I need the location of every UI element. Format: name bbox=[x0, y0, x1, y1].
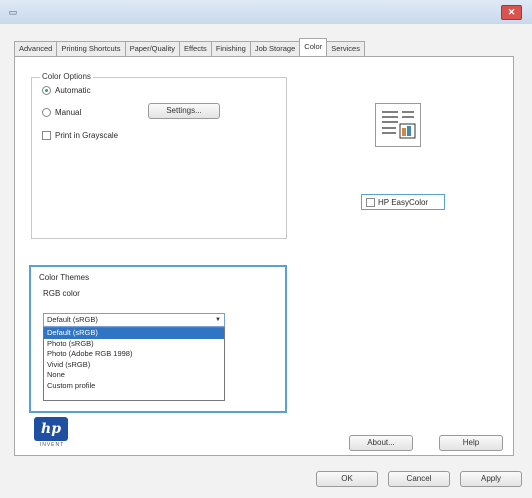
dropdown-option[interactable]: Custom profile bbox=[44, 381, 224, 392]
checkbox-icon bbox=[42, 131, 51, 140]
printer-properties-window: ▭ ✕ Advanced Printing Shortcuts Paper/Qu… bbox=[0, 0, 532, 498]
rgb-color-selected-value: Default (sRGB) bbox=[47, 315, 98, 324]
rgb-color-label: RGB color bbox=[43, 289, 80, 298]
color-themes-title: Color Themes bbox=[39, 273, 90, 282]
ok-button[interactable]: OK bbox=[316, 471, 378, 487]
title-bar[interactable]: ▭ ✕ bbox=[0, 0, 532, 24]
dropdown-option[interactable]: Photo (sRGB) bbox=[44, 339, 224, 350]
cancel-button[interactable]: Cancel bbox=[388, 471, 450, 487]
automatic-radio[interactable]: Automatic bbox=[42, 86, 91, 95]
tab-color[interactable]: Color bbox=[299, 38, 328, 56]
automatic-label: Automatic bbox=[55, 86, 91, 95]
hp-logo: hp bbox=[34, 417, 68, 441]
color-themes-group: Color Themes RGB color Default (sRGB) ▼ … bbox=[29, 265, 287, 413]
dropdown-option[interactable]: None bbox=[44, 370, 224, 381]
color-options-title: Color Options bbox=[40, 72, 93, 81]
dropdown-option[interactable]: Default (sRGB) bbox=[44, 328, 224, 339]
print-grayscale-label: Print in Grayscale bbox=[55, 131, 119, 140]
hp-tagline: INVENT bbox=[39, 442, 65, 448]
rgb-color-select[interactable]: Default (sRGB) ▼ bbox=[43, 313, 225, 327]
color-tab-panel: Color Options Automatic Manual Settings.… bbox=[14, 56, 514, 456]
apply-button[interactable]: Apply bbox=[460, 471, 522, 487]
dropdown-option[interactable]: Vivid (sRGB) bbox=[44, 360, 224, 371]
color-options-group: Color Options Automatic Manual Settings.… bbox=[31, 72, 287, 239]
settings-button[interactable]: Settings... bbox=[148, 103, 220, 119]
manual-radio[interactable]: Manual bbox=[42, 108, 81, 117]
help-button[interactable]: Help bbox=[439, 435, 503, 451]
chevron-down-icon: ▼ bbox=[215, 317, 221, 323]
printer-icon: ▭ bbox=[8, 7, 18, 17]
radio-icon bbox=[42, 108, 51, 117]
rgb-color-dropdown-list: Default (sRGB) Photo (sRGB) Photo (Adobe… bbox=[43, 327, 225, 401]
about-button[interactable]: About... bbox=[349, 435, 413, 451]
print-preview-icon bbox=[375, 103, 421, 147]
tab-services[interactable]: Services bbox=[326, 41, 365, 56]
radio-selected-icon bbox=[42, 86, 51, 95]
dropdown-option[interactable]: Photo (Adobe RGB 1998) bbox=[44, 349, 224, 360]
tab-printing-shortcuts[interactable]: Printing Shortcuts bbox=[56, 41, 126, 56]
checkbox-icon bbox=[366, 197, 375, 207]
tab-advanced[interactable]: Advanced bbox=[14, 41, 58, 56]
hp-easycolor-checkbox[interactable]: HP EasyColor bbox=[361, 194, 445, 210]
hp-easycolor-label: HP EasyColor bbox=[378, 197, 429, 207]
tab-effects[interactable]: Effects bbox=[179, 41, 212, 56]
tab-finishing[interactable]: Finishing bbox=[210, 41, 251, 56]
tab-strip: Advanced Printing Shortcuts Paper/Qualit… bbox=[14, 38, 365, 56]
tab-job-storage[interactable]: Job Storage bbox=[249, 41, 301, 56]
manual-label: Manual bbox=[55, 108, 82, 117]
close-button[interactable]: ✕ bbox=[501, 5, 522, 20]
print-grayscale-checkbox[interactable]: Print in Grayscale bbox=[42, 131, 118, 140]
tab-paper-quality[interactable]: Paper/Quality bbox=[124, 41, 181, 56]
